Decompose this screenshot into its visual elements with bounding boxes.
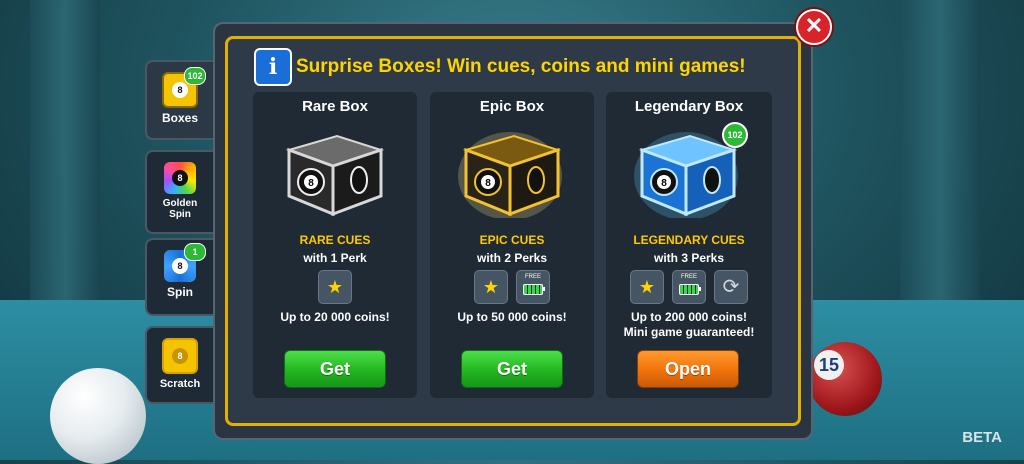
star-perk-icon: ★ [474, 270, 508, 304]
perks-label: with 1 Perk [303, 251, 367, 265]
tab-label: Boxes [161, 111, 199, 125]
eight-ball-icon: 8 [172, 258, 188, 274]
tab-label: Scratch [159, 378, 201, 390]
tab-label: Spin [167, 285, 193, 299]
background-pillar-left [30, 0, 100, 320]
tab-scratch[interactable]: 8 Scratch [145, 326, 213, 404]
close-button[interactable]: ✕ [796, 9, 832, 45]
golden-spin-icon: 8 [164, 162, 196, 194]
perk-icons: ★ [253, 270, 417, 304]
battery-icon [523, 284, 545, 295]
coins-label: Up to 50 000 coins! [457, 310, 567, 324]
background-pillar-right [900, 0, 980, 320]
cue-rarity-label: RARE CUES [299, 233, 371, 247]
epic-box-card: Epic Box 8 EPIC CUES with 2 Perks ★ FREE… [430, 92, 594, 398]
box-title: Legendary Box [634, 98, 744, 115]
svg-text:8: 8 [485, 178, 491, 189]
perks-label: with 2 Perks [476, 251, 548, 265]
free-label: FREE [680, 274, 697, 280]
cue-ball [50, 368, 146, 464]
svg-text:8: 8 [308, 178, 314, 189]
spin-recharge-perk-icon: ⟳ [714, 270, 748, 304]
dialog-title: Surprise Boxes! Win cues, coins and mini… [296, 56, 746, 77]
box-icon: 8 102 [162, 67, 206, 108]
ball-15: 15 [808, 342, 882, 416]
coins-label: Up to 20 000 coins! [280, 310, 390, 324]
star-perk-icon: ★ [630, 270, 664, 304]
coins-amount: Up to 200 000 coins! [630, 310, 748, 324]
get-rare-box-button[interactable]: Get [284, 350, 386, 388]
svg-text:8: 8 [661, 178, 667, 189]
perk-icons: ★ FREE ⟳ [606, 270, 772, 304]
rare-box-image: 8 [285, 134, 385, 217]
free-energy-perk-icon: FREE [516, 270, 550, 304]
eight-ball-icon: 8 [172, 82, 188, 98]
cue-rarity-label: EPIC CUES [479, 233, 545, 247]
legendary-count-badge: 102 [722, 122, 748, 148]
free-energy-perk-icon: FREE [672, 270, 706, 304]
tab-spin[interactable]: 8 1 Spin [145, 238, 213, 316]
rare-box-card: Rare Box 8 RARE CUES with 1 Perk ★ Up to… [253, 92, 417, 398]
tab-golden-spin[interactable]: 8 Golden Spin [145, 150, 213, 234]
open-legendary-box-button[interactable]: Open [637, 350, 739, 388]
cue-rarity-label: LEGENDARY CUES [633, 233, 745, 247]
spin-wheel-icon: 8 1 [164, 243, 206, 282]
free-label: FREE [524, 274, 541, 280]
perk-icons: ★ FREE [430, 270, 594, 304]
beta-label: BETA [962, 429, 1002, 446]
box-title: Rare Box [302, 98, 368, 115]
eight-ball-icon: 8 [172, 170, 188, 186]
epic-box-image: 8 [458, 132, 562, 218]
ball-number: 15 [814, 350, 844, 380]
eight-ball-icon: 8 [172, 348, 188, 364]
tab-boxes[interactable]: 8 102 Boxes [145, 60, 213, 140]
box-title: Epic Box [479, 98, 545, 115]
get-epic-box-button[interactable]: Get [461, 350, 563, 388]
battery-icon [679, 284, 701, 295]
mini-game-note: Mini game guaranteed! [623, 325, 755, 339]
scratch-card-icon: 8 [162, 338, 198, 374]
boxes-count-badge: 102 [184, 67, 206, 85]
perks-label: with 3 Perks [653, 251, 725, 265]
tab-label: Golden Spin [162, 198, 198, 220]
legendary-box-card: Legendary Box 8 102 LEGENDARY CUES with … [606, 92, 772, 398]
spin-count-badge: 1 [184, 243, 206, 261]
star-perk-icon: ★ [318, 270, 352, 304]
coins-label: Up to 200 000 coins! Mini game guarantee… [606, 310, 772, 340]
info-icon[interactable]: i [254, 48, 292, 86]
